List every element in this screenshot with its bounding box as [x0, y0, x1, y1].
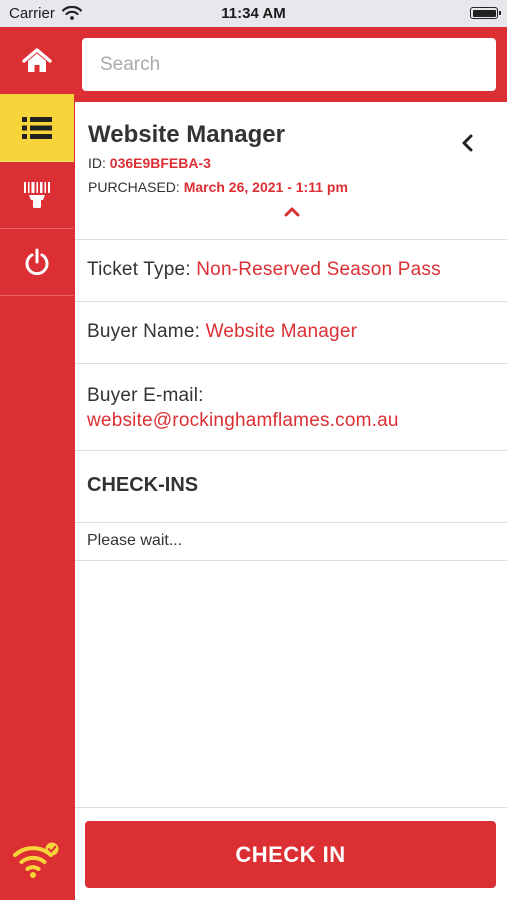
home-icon	[22, 47, 52, 72]
purchased-label: PURCHASED:	[88, 179, 180, 195]
buyer-name-value: Website Manager	[205, 321, 358, 342]
ticket-id-label: ID:	[88, 155, 106, 171]
sidebar-item-home[interactable]	[0, 27, 74, 95]
sidebar-item-logout[interactable]	[0, 228, 74, 296]
sidebar-item-list[interactable]	[0, 94, 74, 162]
checkins-status: Please wait...	[75, 523, 507, 561]
power-icon	[25, 248, 49, 275]
ticket-holder-name: Website Manager	[88, 121, 285, 148]
ticket-id-value: 036E9BFEBA-3	[109, 155, 211, 171]
wifi-connected-icon	[12, 840, 60, 885]
list-icon	[22, 116, 52, 139]
chevron-left-icon[interactable]	[458, 133, 478, 158]
buyer-name-label: Buyer Name:	[87, 321, 201, 342]
search-placeholder: Search	[100, 53, 161, 75]
search-input[interactable]: Search	[82, 38, 496, 91]
ticket-type-row: Ticket Type: Non-Reserved Season Pass	[75, 240, 507, 302]
ticket-type-value: Non-Reserved Season Pass	[196, 259, 441, 280]
search-bar: Search	[75, 27, 507, 102]
purchased-value: March 26, 2021 - 1:11 pm	[183, 179, 348, 195]
barcode-scanner-icon	[24, 181, 50, 208]
status-time: 11:34 AM	[221, 5, 286, 22]
buyer-email-label: Buyer E-mail:	[87, 385, 204, 406]
buyer-email-value: website@rockinghamflames.com.au	[87, 410, 399, 431]
checkins-heading: CHECK-INS	[75, 451, 507, 523]
sidebar	[0, 27, 75, 900]
chevron-up-icon[interactable]	[283, 205, 301, 223]
buyer-name-row: Buyer Name: Website Manager	[75, 302, 507, 364]
status-bar: Carrier 11:34 AM	[0, 0, 507, 27]
ticket-type-label: Ticket Type:	[87, 259, 191, 280]
purchase-date: PURCHASED: March 26, 2021 - 1:11 pm	[88, 179, 348, 195]
battery-icon	[470, 7, 501, 19]
check-in-button[interactable]: CHECK IN	[85, 821, 496, 888]
ticket-id: ID: 036E9BFEBA-3	[88, 155, 211, 171]
bottom-divider	[75, 807, 507, 808]
check-in-label: CHECK IN	[235, 841, 346, 867]
sidebar-item-scanner[interactable]	[0, 161, 74, 229]
ticket-summary: Website Manager ID: 036E9BFEBA-3 PURCHAS…	[75, 102, 507, 240]
buyer-email-row: Buyer E-mail: website@rockinghamflames.c…	[75, 364, 507, 451]
